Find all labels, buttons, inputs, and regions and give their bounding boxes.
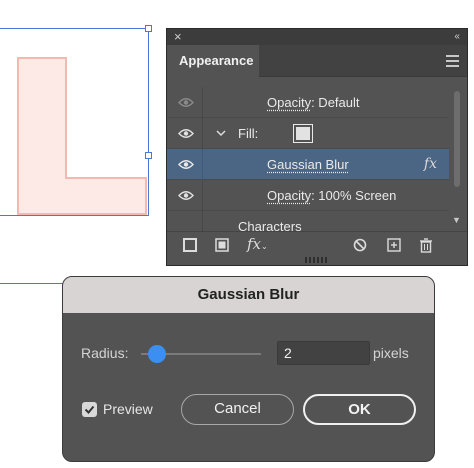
selection-top-edge <box>0 28 149 29</box>
radius-slider-knob[interactable] <box>147 345 166 363</box>
guide-line <box>0 283 64 284</box>
opacity-default-value: : Default <box>311 95 360 110</box>
panel-menu-icon[interactable] <box>446 55 459 70</box>
radius-input[interactable] <box>277 341 370 365</box>
appearance-panel: × ‹‹ Appearance Opacity: Default Fill: G… <box>166 28 468 266</box>
selection-handle-top-right[interactable] <box>145 25 152 32</box>
appearance-row-gaussian-blur[interactable]: Gaussian Blur fx <box>167 149 449 180</box>
characters-label: Characters <box>238 219 302 231</box>
visibility-toggle[interactable] <box>167 87 203 118</box>
panel-bottom-toolbar: fx⌄ <box>167 231 467 259</box>
eye-icon <box>178 98 194 107</box>
appearance-list: Opacity: Default Fill: Gaussian Blur fx … <box>167 87 449 231</box>
panel-resize-grip[interactable] <box>305 257 329 263</box>
eye-icon <box>178 160 194 169</box>
opacity-screen-value: : 100% Screen <box>311 188 397 203</box>
opacity-link[interactable]: Opacity <box>267 188 311 203</box>
letter-l-artwork[interactable] <box>0 0 160 230</box>
appearance-row-characters[interactable]: Characters <box>167 211 449 231</box>
clear-appearance-icon[interactable] <box>353 238 367 252</box>
fill-label: Fill: <box>238 126 259 141</box>
new-art-fill-icon[interactable] <box>215 238 229 252</box>
visibility-toggle-empty[interactable] <box>167 211 203 231</box>
opacity-screen-text: Opacity: 100% Screen <box>267 180 396 211</box>
panel-close-icon[interactable]: × <box>174 29 182 45</box>
gaussian-blur-link[interactable]: Gaussian Blur <box>267 149 349 180</box>
panel-header-bar: × ‹‹ <box>167 29 467 45</box>
selection-right-edge <box>148 28 149 216</box>
tab-appearance[interactable]: Appearance <box>167 45 259 77</box>
gaussian-blur-dialog: Gaussian Blur Radius: pixels Preview Can… <box>62 276 435 462</box>
opacity-default-text: Opacity: Default <box>267 87 360 118</box>
delete-item-icon[interactable] <box>419 238 433 253</box>
panel-collapse-icon[interactable]: ‹‹ <box>454 29 460 45</box>
add-effect-icon[interactable]: fx⌄ <box>247 235 268 253</box>
checkmark-icon <box>84 405 95 414</box>
appearance-row-fill[interactable]: Fill: <box>167 118 449 149</box>
appearance-row-opacity-default[interactable]: Opacity: Default <box>167 87 449 118</box>
selection-bottom-edge <box>0 215 149 216</box>
panel-scrollbar[interactable]: ▼ <box>449 87 467 231</box>
panel-tab-bar: Appearance <box>167 45 467 77</box>
dialog-title: Gaussian Blur <box>63 277 434 313</box>
radius-slider-track[interactable] <box>151 353 261 355</box>
eye-icon <box>178 129 194 138</box>
visibility-toggle[interactable] <box>167 180 203 211</box>
visibility-toggle[interactable] <box>167 118 203 149</box>
scrollbar-thumb[interactable] <box>454 91 460 187</box>
preview-label[interactable]: Preview <box>103 401 153 417</box>
new-art-stroke-icon[interactable] <box>183 238 197 252</box>
appearance-row-opacity-screen[interactable]: Opacity: 100% Screen <box>167 180 449 211</box>
fx-icon[interactable]: fx <box>424 149 437 180</box>
scroll-down-icon[interactable]: ▼ <box>452 215 461 225</box>
add-effect-label: fx <box>247 235 262 253</box>
preview-checkbox[interactable] <box>82 402 97 417</box>
cancel-button[interactable]: Cancel <box>181 394 294 425</box>
ok-button[interactable]: OK <box>303 394 416 425</box>
duplicate-item-icon[interactable] <box>387 238 401 252</box>
visibility-toggle[interactable] <box>167 149 203 180</box>
unit-label: pixels <box>373 345 409 361</box>
chevron-down-icon[interactable] <box>215 127 227 139</box>
eye-icon <box>178 191 194 200</box>
selection-handle-middle-right[interactable] <box>145 152 152 159</box>
fill-color-swatch[interactable] <box>293 124 313 143</box>
opacity-link[interactable]: Opacity <box>267 95 311 110</box>
radius-label: Radius: <box>81 345 129 361</box>
